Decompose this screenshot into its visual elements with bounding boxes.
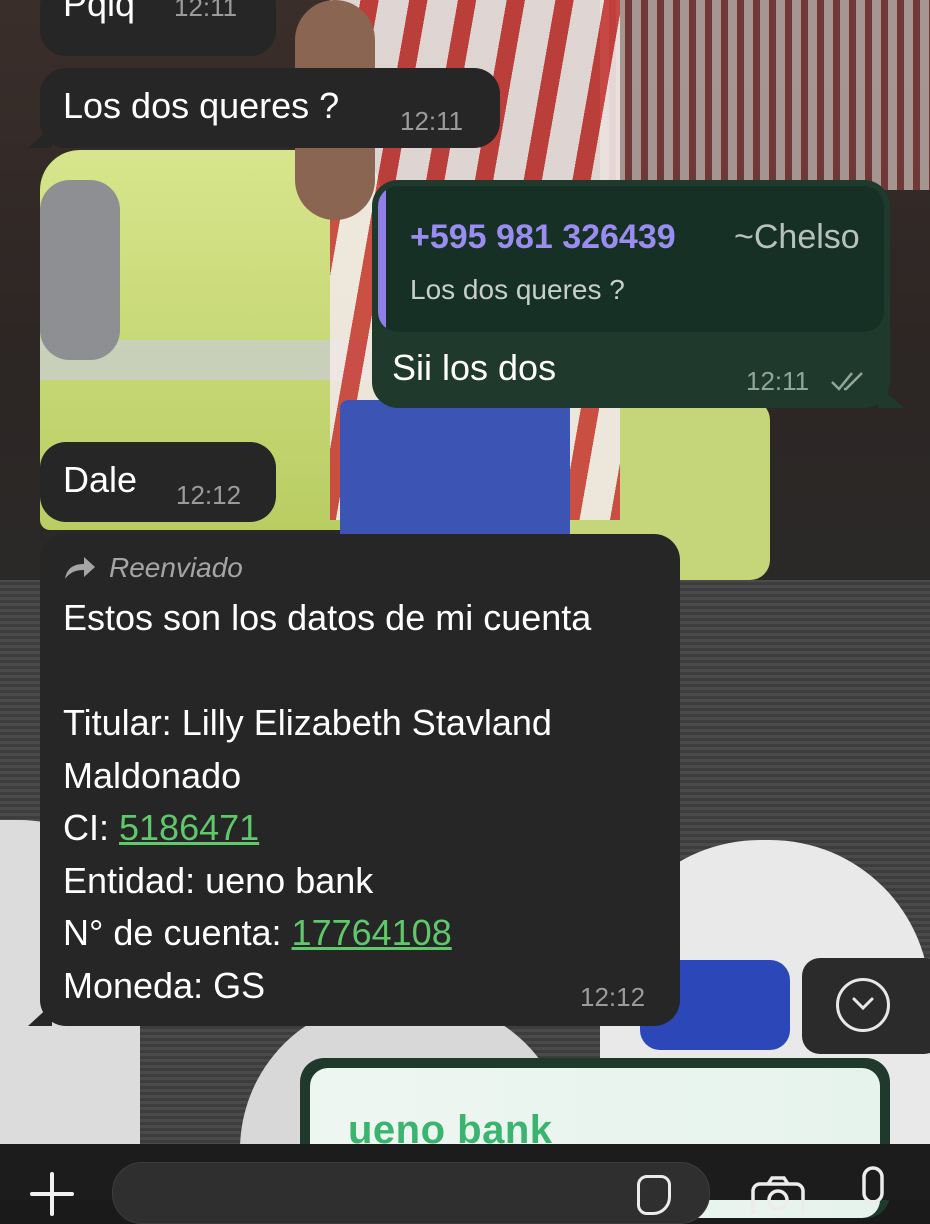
quote-text: Los dos queres ? xyxy=(410,274,625,305)
wallpaper-shape xyxy=(340,400,570,540)
message-time: 12:12 xyxy=(176,480,242,510)
composer-bar xyxy=(0,1144,930,1224)
bubble-tail xyxy=(878,386,904,408)
incoming-message[interactable]: Dale 12:12 xyxy=(40,442,276,522)
message-text: Sii los dos xyxy=(392,347,557,388)
plus-icon[interactable] xyxy=(30,1172,74,1216)
bubble-tail xyxy=(28,1004,52,1026)
bubble-tail xyxy=(28,126,52,148)
message-line: Estos son los datos de mi cuenta xyxy=(63,597,592,638)
account-number-link[interactable]: 17764108 xyxy=(292,912,452,953)
message-line: Moneda: GS xyxy=(63,964,266,1006)
microphone-icon[interactable] xyxy=(856,1166,890,1216)
forwarded-message[interactable]: Reenviado Estos son los datos de mi cuen… xyxy=(28,534,680,1026)
forwarded-label: Reenviado xyxy=(63,552,243,584)
message-input[interactable] xyxy=(112,1162,710,1224)
message-text: Pqlq xyxy=(63,0,136,24)
quote-sender-nickname: ~Chelso xyxy=(734,218,860,256)
message-body: Estos son los datos de mi cuenta Titular… xyxy=(63,592,591,1012)
quote-accent-bar xyxy=(378,186,386,332)
message-line: Titular: Lilly Elizabeth Stavland xyxy=(63,702,552,743)
ci-label: CI: xyxy=(63,807,120,848)
message-text: Los dos queres ? xyxy=(63,85,340,126)
message-time: 12:11 xyxy=(400,106,464,136)
message-time: 12:11 xyxy=(174,0,238,22)
message-time: 12:12 xyxy=(580,982,646,1012)
wallpaper-shape xyxy=(40,180,120,360)
account-label: N° de cuenta: xyxy=(63,912,292,953)
camera-icon[interactable] xyxy=(750,1174,806,1214)
quote-sender-number: +595 981 326439 xyxy=(410,218,676,256)
incoming-message[interactable]: Los dos queres ? 12:11 xyxy=(28,68,500,148)
message-time: 12:11 xyxy=(746,366,810,396)
incoming-message[interactable]: Pqlq 12:11 xyxy=(40,0,276,56)
sticker-icon[interactable] xyxy=(637,1175,671,1215)
message-line: Entidad: ueno bank xyxy=(63,859,374,901)
chevron-down-icon xyxy=(836,978,890,1032)
ci-number-link[interactable]: 5186471 xyxy=(119,807,259,848)
outgoing-message[interactable]: +595 981 326439 ~Chelso Los dos queres ?… xyxy=(372,180,904,408)
message-text: Dale xyxy=(63,459,138,500)
double-check-icon xyxy=(831,372,863,391)
forwarded-text: Reenviado xyxy=(109,552,243,583)
quoted-reply[interactable]: +595 981 326439 ~Chelso Los dos queres ? xyxy=(378,186,884,332)
forward-icon xyxy=(65,557,95,579)
message-line: Maldonado xyxy=(63,754,242,796)
scroll-to-bottom-button[interactable] xyxy=(802,958,930,1054)
wallpaper-shape xyxy=(600,0,930,190)
